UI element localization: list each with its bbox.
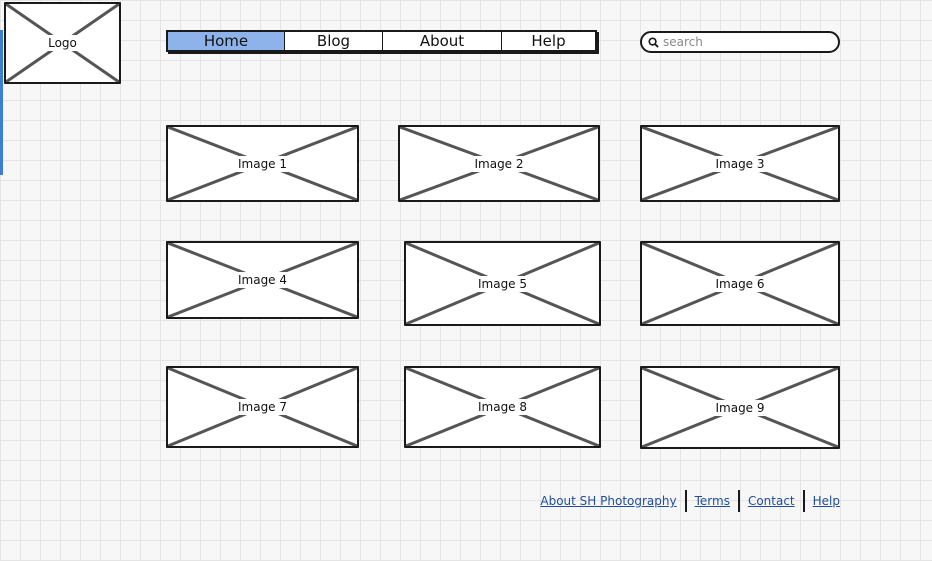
gallery-image-label: Image 2 [471, 155, 527, 172]
gallery-image-7[interactable]: Image 7 [166, 366, 359, 448]
gallery-image-label: Image 6 [712, 275, 768, 292]
logo[interactable]: Logo [4, 2, 121, 84]
gallery-image-3[interactable]: Image 3 [640, 125, 840, 202]
gallery-image-label: Image 8 [474, 399, 531, 415]
gallery-image-4[interactable]: Image 4 [166, 241, 359, 319]
gallery-image-label: Image 9 [712, 399, 768, 416]
footer-link-about[interactable]: About SH Photography [532, 494, 684, 508]
footer-link-help[interactable]: Help [805, 494, 840, 508]
gallery-image-label: Image 5 [474, 275, 531, 292]
nav-item-blog[interactable]: Blog [285, 32, 383, 50]
search-icon [648, 36, 659, 48]
gallery-image-1[interactable]: Image 1 [166, 125, 359, 202]
nav-item-help[interactable]: Help [502, 32, 595, 50]
footer-link-contact[interactable]: Contact [740, 494, 803, 508]
logo-label: Logo [45, 35, 80, 51]
gallery-image-label: Image 4 [234, 272, 291, 288]
footer-link-terms[interactable]: Terms [687, 494, 738, 508]
nav-item-home[interactable]: Home [168, 32, 285, 50]
gallery-image-9[interactable]: Image 9 [640, 366, 840, 449]
gallery-image-label: Image 1 [234, 155, 291, 172]
nav-item-about[interactable]: About [383, 32, 502, 50]
main-nav: Home Blog About Help [166, 30, 597, 52]
left-edge-accent [0, 30, 3, 175]
gallery-image-label: Image 7 [234, 399, 291, 415]
gallery-image-6[interactable]: Image 6 [640, 241, 840, 326]
gallery-image-8[interactable]: Image 8 [404, 366, 601, 448]
search-input[interactable] [663, 35, 833, 49]
search-box [640, 31, 840, 53]
footer-links: About SH Photography Terms Contact Help [532, 490, 840, 512]
nav-item-label: Home [203, 32, 249, 50]
gallery-image-label: Image 3 [712, 155, 768, 172]
nav-item-label: Help [531, 32, 566, 50]
nav-item-label: About [419, 32, 465, 50]
nav-item-label: Blog [316, 32, 351, 50]
gallery-image-2[interactable]: Image 2 [398, 125, 600, 202]
gallery-image-5[interactable]: Image 5 [404, 241, 601, 326]
